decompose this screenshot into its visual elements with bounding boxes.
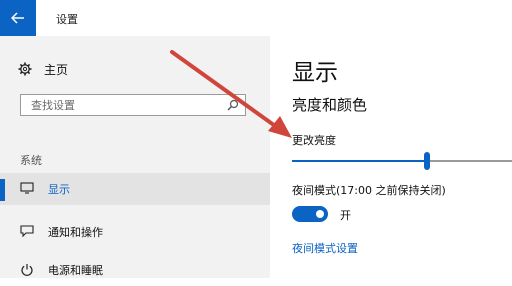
notification-icon bbox=[20, 225, 34, 237]
night-light-settings-link[interactable]: 夜间模式设置 bbox=[292, 240, 358, 256]
gear-icon bbox=[18, 62, 32, 76]
slider-track-rest bbox=[430, 160, 512, 162]
sidebar-item-label: 通知和操作 bbox=[48, 226, 103, 239]
sidebar-item-label: 电源和睡眠 bbox=[48, 264, 103, 277]
title-bar: 设置 bbox=[0, 0, 512, 36]
sidebar-item-power[interactable]: 电源和睡眠 bbox=[0, 254, 270, 286]
home-label: 主页 bbox=[44, 62, 69, 77]
window-title: 设置 bbox=[56, 13, 78, 26]
search-box[interactable] bbox=[20, 94, 246, 116]
sidebar-item-label: 显示 bbox=[48, 183, 70, 196]
sidebar-item-notifications[interactable]: 通知和操作 bbox=[0, 216, 270, 248]
sidebar-item-home[interactable]: 主页 bbox=[18, 59, 68, 79]
night-light-toggle[interactable] bbox=[292, 206, 328, 222]
slider-track-filled bbox=[292, 160, 424, 162]
page-title: 显示 bbox=[292, 60, 338, 86]
toggle-state-label: 开 bbox=[340, 209, 351, 222]
sidebar-item-display[interactable]: 显示 bbox=[0, 173, 270, 205]
power-icon bbox=[21, 264, 33, 276]
toggle-knob bbox=[316, 210, 324, 218]
brightness-label: 更改亮度 bbox=[292, 134, 336, 147]
active-indicator bbox=[0, 179, 5, 201]
search-input[interactable] bbox=[21, 95, 231, 115]
back-button[interactable] bbox=[0, 0, 36, 36]
sidebar: 主页 系统 显示 通知和操作 电源和睡眠 bbox=[0, 36, 270, 278]
night-light-label: 夜间模式(17:00 之前保持关闭) bbox=[292, 184, 446, 197]
section-title: 亮度和颜色 bbox=[292, 96, 368, 114]
brightness-slider[interactable] bbox=[292, 152, 512, 170]
main-panel: 显示 亮度和颜色 更改亮度 夜间模式(17:00 之前保持关闭) 开 夜间模式设… bbox=[270, 36, 512, 278]
monitor-icon bbox=[20, 182, 34, 194]
slider-thumb[interactable] bbox=[424, 152, 430, 170]
search-icon[interactable] bbox=[227, 99, 239, 111]
section-label-system: 系统 bbox=[20, 154, 42, 167]
back-arrow-icon bbox=[11, 12, 24, 24]
